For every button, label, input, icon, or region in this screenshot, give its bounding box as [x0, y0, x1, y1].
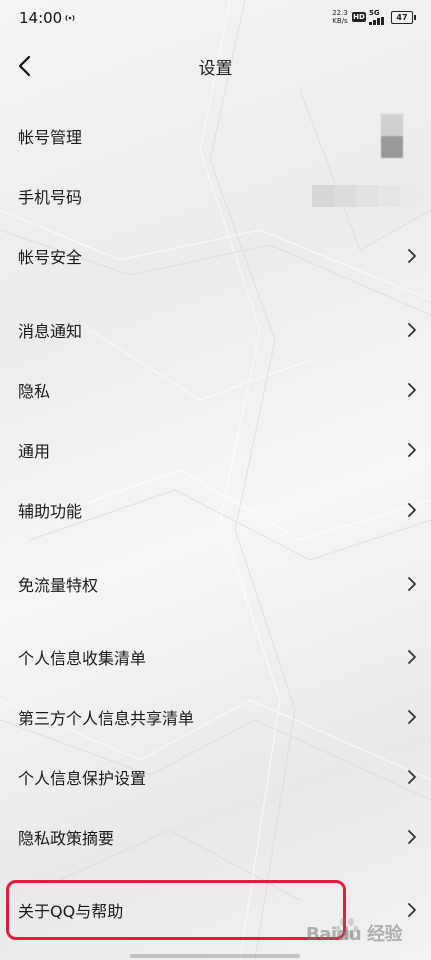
chevron-right-icon [408, 710, 416, 724]
row-label: 隐私 [18, 382, 51, 401]
row-notifications[interactable]: 消息通知 [0, 300, 431, 360]
row-label: 免流量特权 [18, 576, 99, 595]
row-account-security[interactable]: 帐号安全 [0, 226, 431, 286]
row-free-data[interactable]: 免流量特权 [0, 554, 431, 614]
row-third-party-sharing[interactable]: 第三方个人信息共享清单 [0, 687, 431, 747]
chevron-right-icon [408, 383, 416, 397]
row-label: 隐私政策摘要 [18, 829, 115, 848]
chevron-right-icon [408, 770, 416, 784]
row-label: 帐号管理 [18, 128, 83, 147]
row-general[interactable]: 通用 [0, 420, 431, 480]
row-personal-info-protection[interactable]: 个人信息保护设置 [0, 747, 431, 807]
row-label: 个人信息收集清单 [18, 649, 147, 668]
row-phone-number[interactable]: 手机号码 [0, 166, 431, 226]
row-label: 通用 [18, 442, 51, 461]
chevron-right-icon [408, 650, 416, 664]
row-label: 辅助功能 [18, 502, 83, 521]
chevron-right-icon [408, 323, 416, 337]
row-account-management[interactable]: 帐号管理 [0, 106, 431, 166]
chevron-right-icon [408, 443, 416, 457]
blurred-avatar [381, 114, 403, 158]
chevron-right-icon [408, 830, 416, 844]
chevron-right-icon [408, 903, 416, 917]
blurred-phone-number [312, 185, 426, 207]
row-label: 个人信息保护设置 [18, 769, 147, 788]
row-label: 关于QQ与帮助 [18, 902, 124, 921]
row-privacy[interactable]: 隐私 [0, 360, 431, 420]
chevron-right-icon [408, 503, 416, 517]
watermark-text: Baidu 经验 [306, 924, 403, 945]
home-indicator[interactable] [130, 954, 300, 958]
row-label: 帐号安全 [18, 248, 83, 267]
row-accessibility[interactable]: 辅助功能 [0, 480, 431, 540]
row-label: 消息通知 [18, 322, 83, 341]
row-label: 第三方个人信息共享清单 [18, 709, 195, 728]
chevron-right-icon [408, 577, 416, 591]
row-privacy-policy-summary[interactable]: 隐私政策摘要 [0, 807, 431, 867]
row-personal-info-collection[interactable]: 个人信息收集清单 [0, 627, 431, 687]
settings-list: 帐号管理 手机号码 帐号安全 消息通知 隐私 通用 辅助功能 免流量特权 个人信… [0, 0, 431, 960]
row-label: 手机号码 [18, 188, 83, 207]
chevron-right-icon [408, 249, 416, 263]
